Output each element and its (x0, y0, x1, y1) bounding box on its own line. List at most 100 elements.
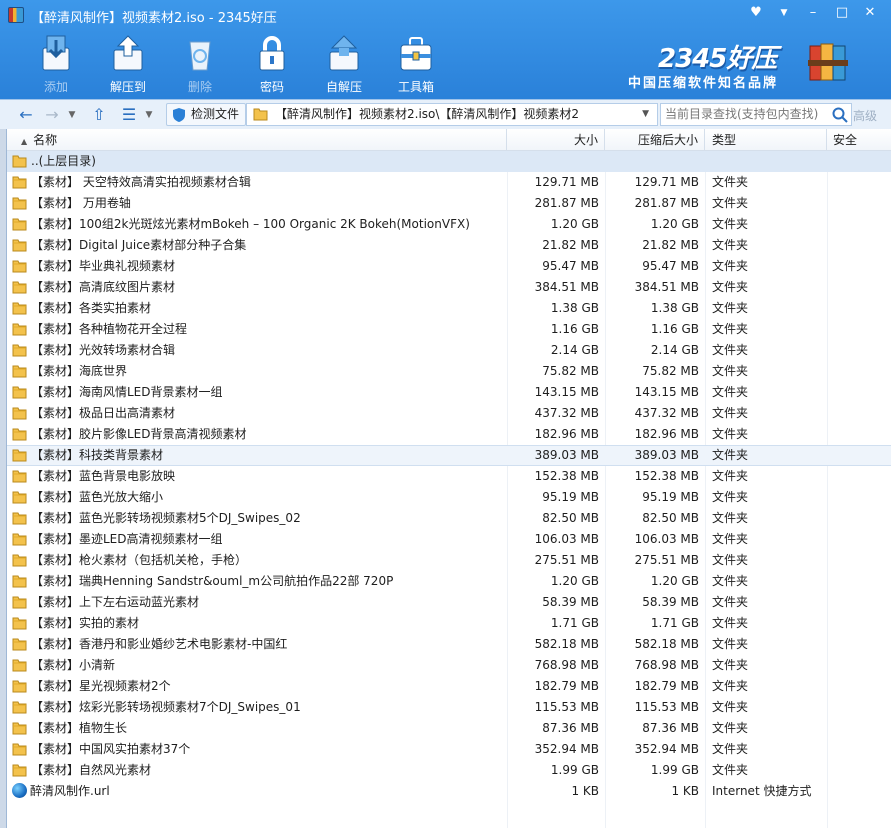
table-row[interactable]: 【素材】炫彩光影转场视频素材7个DJ_Swipes_01 115.53 MB 115… (7, 697, 891, 718)
table-row[interactable]: 【素材】100组2k光斑炫光素材mBokeh – 100 Organic 2K … (7, 214, 891, 235)
file-type: 文件夹 (712, 427, 749, 441)
row-name-cell: 【素材】瑞典Henning Sandstr&ouml_m公司航拍作品22部 72… (12, 571, 510, 592)
file-size: 768.98 MB (534, 658, 599, 672)
sfx-button[interactable]: 自解压 (308, 32, 380, 96)
table-row[interactable]: 【素材】各类实拍素材 1.38 GB 1.38 GB 文件夹 (7, 298, 891, 319)
table-row[interactable]: 【素材】墨迹LED高清视频素材一组 106.03 MB 106.03 MB 文件夹 (7, 529, 891, 550)
file-size: 75.82 MB (542, 364, 599, 378)
maximize-button[interactable]: □ (831, 3, 853, 23)
folder-icon (12, 302, 27, 314)
back-arrow-icon[interactable]: ← (16, 105, 36, 125)
row-name-cell: 【素材】胶片影像LED背景高清视频素材 (12, 424, 510, 445)
table-row[interactable]: 【素材】极品日出高清素材 437.32 MB 437.32 MB 文件夹 (7, 403, 891, 424)
table-row[interactable]: 【素材】海底世界 75.82 MB 75.82 MB 文件夹 (7, 361, 891, 382)
close-button[interactable]: ✕ (859, 3, 881, 23)
table-row[interactable]: 【素材】小清新 768.98 MB 768.98 MB 文件夹 (7, 655, 891, 676)
table-row[interactable]: 【素材】植物生长 87.36 MB 87.36 MB 文件夹 (7, 718, 891, 739)
file-size: 384.51 MB (534, 280, 599, 294)
folder-icon (12, 344, 27, 356)
file-size: 2.14 GB (550, 343, 599, 357)
file-size: 1.20 GB (550, 217, 599, 231)
column-type[interactable]: 类型 (705, 129, 827, 151)
view-list-icon[interactable]: ☰ (118, 105, 140, 125)
search-input[interactable]: 当前目录查找(支持包内查找) (660, 103, 852, 126)
column-size[interactable]: 大小 (507, 129, 605, 151)
delete-button[interactable]: 删除 (164, 32, 236, 96)
row-name-cell: 【素材】各类实拍素材 (12, 298, 510, 319)
folder-icon (12, 764, 27, 776)
table-row[interactable]: 【素材】星光视频素材2个 182.79 MB 182.79 MB 文件夹 (7, 676, 891, 697)
skin-heart-icon[interactable]: ♥ (745, 3, 767, 23)
column-security[interactable]: 安全 (827, 129, 891, 151)
table-row[interactable]: 【素材】蓝色光影转场视频素材5个DJ_Swipes_02 82.50 MB 82.5… (7, 508, 891, 529)
table-row[interactable]: 【素材】 天空特效高清实拍视频素材合辑 129.71 MB 129.71 MB 文件夹 (7, 172, 891, 193)
table-row[interactable]: 【素材】蓝色背景电影放映 152.38 MB 152.38 MB 文件夹 (7, 466, 891, 487)
table-row[interactable]: 【素材】瑞典Henning Sandstr&ouml_m公司航拍作品22部 72… (7, 571, 891, 592)
table-row[interactable]: 【素材】 万用卷轴 281.87 MB 281.87 MB 文件夹 (7, 193, 891, 214)
table-row[interactable]: 【素材】香港丹和影业婚纱艺术电影素材-中国红 582.18 MB 582.18 MB… (7, 634, 891, 655)
advanced-search-link[interactable]: 高级 (853, 107, 877, 124)
file-type: 文件夹 (712, 658, 749, 672)
row-name-cell: 【素材】墨迹LED高清视频素材一组 (12, 529, 510, 550)
parent-directory-row[interactable]: ..(上层目录) (7, 151, 891, 172)
folder-icon (12, 554, 27, 566)
file-list[interactable]: ▲ 名称 大小 压缩后大小 类型 安全 ..(上层目录) 【素材】 天空特效高清实… (6, 129, 891, 828)
history-dropdown-icon[interactable]: ▼ (67, 105, 77, 125)
file-type: 文件夹 (712, 469, 749, 483)
table-row[interactable]: 醉清风制作.url 1 KB 1 KB Internet 快捷方式 (7, 781, 891, 802)
file-name: 【素材】中国风实拍素材37个 (31, 742, 191, 756)
toolbox-button[interactable]: 工具箱 (380, 32, 452, 96)
menu-dropdown-icon[interactable]: ▼ (773, 3, 795, 23)
extract-to-button[interactable]: 解压到 (92, 32, 164, 96)
file-compressed-size: 129.71 MB (634, 175, 699, 189)
view-dropdown-icon[interactable]: ▼ (143, 105, 155, 125)
table-row[interactable]: 【素材】自然风光素材 1.99 GB 1.99 GB 文件夹 (7, 760, 891, 781)
file-name: 【素材】科技类背景素材 (31, 448, 164, 462)
file-type: 文件夹 (712, 175, 749, 189)
file-name: 【素材】蓝色背景电影放映 (31, 469, 176, 483)
file-size: 95.19 MB (542, 490, 599, 504)
column-compressed[interactable]: 压缩后大小 (605, 129, 705, 151)
file-type: 文件夹 (712, 217, 749, 231)
folder-icon (12, 722, 27, 734)
current-path: 【醉清风制作】视频素材2.iso\【醉清风制作】视频素材2 (275, 107, 580, 121)
column-name[interactable]: ▲ 名称 (7, 129, 507, 151)
up-folder-icon[interactable]: ⇧ (88, 105, 110, 125)
file-type: 文件夹 (712, 595, 749, 609)
path-field[interactable]: 【醉清风制作】视频素材2.iso\【醉清风制作】视频素材2 ▼ (246, 103, 658, 126)
check-files-button[interactable]: 检测文件 (166, 103, 247, 126)
password-button[interactable]: 密码 (236, 32, 308, 96)
file-compressed-size: 1 KB (671, 784, 699, 798)
brand-banner: 2345好压 中国压缩软件知名品牌 (626, 36, 886, 96)
table-row[interactable]: 【素材】蓝色光放大缩小 95.19 MB 95.19 MB 文件夹 (7, 487, 891, 508)
archive-books-icon (808, 43, 848, 81)
table-row[interactable]: 【素材】中国风实拍素材37个 352.94 MB 352.94 MB 文件夹 (7, 739, 891, 760)
file-compressed-size: 768.98 MB (634, 658, 699, 672)
table-row[interactable]: 【素材】上下左右运动蓝光素材 58.39 MB 58.39 MB 文件夹 (7, 592, 891, 613)
minimize-button[interactable]: – (802, 3, 824, 23)
folder-icon (12, 743, 27, 755)
forward-arrow-icon[interactable]: → (42, 105, 62, 125)
table-row[interactable]: 【素材】毕业典礼视频素材 95.47 MB 95.47 MB 文件夹 (7, 256, 891, 277)
folder-icon (12, 449, 27, 461)
path-dropdown-icon[interactable]: ▼ (642, 104, 649, 125)
search-icon[interactable] (831, 106, 849, 124)
folder-icon (12, 239, 27, 251)
table-row[interactable]: 【素材】科技类背景素材 389.03 MB 389.03 MB 文件夹 (7, 445, 891, 466)
folder-icon (12, 638, 27, 650)
file-name: 【素材】蓝色光影转场视频素材5个DJ_Swipes_02 (31, 511, 301, 525)
table-row[interactable]: 【素材】各种植物花开全过程 1.16 GB 1.16 GB 文件夹 (7, 319, 891, 340)
table-row[interactable]: 【素材】实拍的素材 1.71 GB 1.71 GB 文件夹 (7, 613, 891, 634)
table-row[interactable]: 【素材】胶片影像LED背景高清视频素材 182.96 MB 182.96 MB 文件夹 (7, 424, 891, 445)
table-row[interactable]: 【素材】高清底纹图片素材 384.51 MB 384.51 MB 文件夹 (7, 277, 891, 298)
table-row[interactable]: 【素材】海南风情LED背景素材一组 143.15 MB 143.15 MB 文件夹 (7, 382, 891, 403)
add-button[interactable]: 添加 (20, 32, 92, 96)
table-row[interactable]: 【素材】Digital Juice素材部分种子合集 21.82 MB 21.82 M… (7, 235, 891, 256)
table-row[interactable]: 【素材】光效转场素材合辑 2.14 GB 2.14 GB 文件夹 (7, 340, 891, 361)
file-name: 醉清风制作.url (30, 784, 110, 798)
file-type: 文件夹 (712, 574, 749, 588)
file-compressed-size: 21.82 MB (642, 238, 699, 252)
recycle-icon (189, 41, 211, 71)
folder-icon (12, 470, 27, 482)
table-row[interactable]: 【素材】枪火素材（包括机关枪，手枪） 275.51 MB 275.51 MB 文件夹 (7, 550, 891, 571)
